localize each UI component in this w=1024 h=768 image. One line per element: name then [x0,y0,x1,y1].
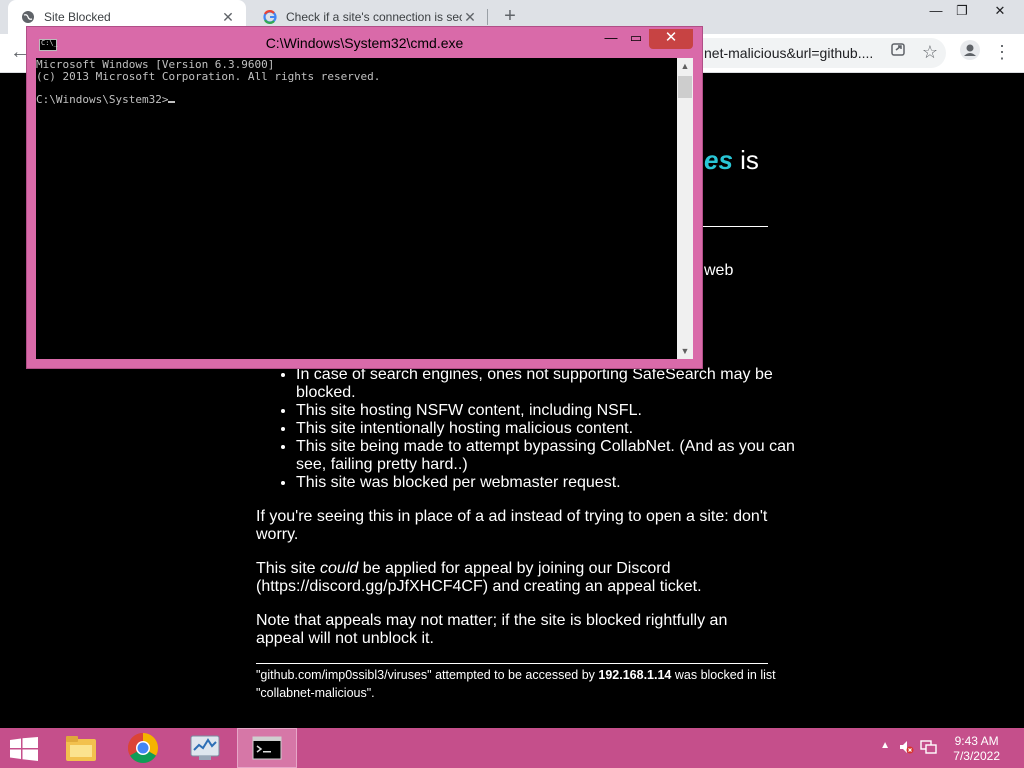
tab-title: Check if a site's connection is sec [286,10,462,24]
maximize-button[interactable]: ❐ [946,0,978,22]
appeal-text: This site [256,560,321,577]
tab-title: Site Blocked [44,10,111,24]
block-footer: "github.com/imp0ssibl3/viruses" attempte… [256,666,776,702]
profile-avatar-icon[interactable] [958,40,982,64]
network-icon[interactable] [920,739,938,758]
cmd-close-button[interactable]: ✕ [649,29,693,49]
clock-date: 7/3/2022 [953,749,1000,763]
heading-tail-text: is [732,145,759,175]
note-paragraph: Note that appeals may not matter; if the… [256,612,728,647]
cmd-icon [252,736,282,760]
globe-icon [20,9,36,25]
taskbar-file-explorer[interactable] [51,728,111,768]
file-explorer-icon [66,736,96,761]
client-ip: 192.168.1.14 [598,668,672,682]
taskbar-resource-monitor[interactable] [175,728,235,768]
page-heading: es is [704,145,759,176]
address-bar-url: net-malicious&url=github.... [704,45,874,61]
close-window-button[interactable]: ✕ [984,0,1016,22]
console-prompt: C:\Windows\System32> [36,92,169,106]
windows-logo-icon [10,737,38,761]
start-button[interactable] [10,737,38,761]
cmd-scrollbar[interactable]: ▲ ▼ [677,58,693,359]
appeal-emphasis: could [320,560,359,577]
resource-monitor-icon [190,735,220,760]
list-item: This site was blocked per webmaster requ… [296,474,816,492]
list-item: This site intentionally hosting maliciou… [296,420,816,438]
scrollbar-thumb[interactable] [678,76,692,98]
scroll-down-arrow-icon[interactable]: ▼ [677,343,693,359]
list-item: This site being made to attempt bypassin… [296,438,816,474]
cmd-minimize-button[interactable]: — [598,29,624,49]
clock[interactable]: 9:43 AM 7/3/2022 [953,734,1000,764]
list-item: This site hosting NSFW content, includin… [296,402,816,420]
footer-text: "github.com/imp0ssibl3/viruses" attempte… [256,668,599,682]
taskbar: ▲ 9:43 AM 7/3/2022 [0,728,1024,768]
heading-accent: es [704,145,733,175]
partial-text: web [704,262,734,279]
block-reasons-list: In case of search engines, ones not supp… [256,366,816,492]
clock-time: 9:43 AM [954,734,999,748]
taskbar-chrome[interactable] [113,728,173,768]
console-text: Microsoft Windows [Version 6.3.9600] (c)… [36,58,380,105]
list-item: In case of search engines, ones not supp… [296,366,816,402]
taskbar-cmd[interactable] [237,728,297,768]
cmd-titlebar[interactable]: C:\_ C:\Windows\System32\cmd.exe — ▭ ✕ [27,27,702,59]
footer-divider [256,663,768,664]
tab-divider [487,9,488,25]
share-icon[interactable] [886,41,910,65]
console-line: (c) 2013 Microsoft Corporation. All righ… [36,69,381,83]
close-tab-icon[interactable]: ✕ [220,9,236,26]
text-cursor [168,100,176,103]
cmd-window[interactable]: C:\_ C:\Windows\System32\cmd.exe — ▭ ✕ M… [26,26,703,369]
cmd-maximize-button[interactable]: ▭ [623,29,649,49]
ad-notice-paragraph: If you're seeing this in place of a ad i… [256,508,768,543]
console-output[interactable]: Microsoft Windows [Version 6.3.9600] (c)… [36,58,677,359]
scroll-up-arrow-icon[interactable]: ▲ [677,58,693,74]
chrome-icon [127,733,159,764]
google-icon [262,9,278,25]
volume-muted-icon[interactable] [898,739,914,758]
appeal-paragraph: This site could be applied for appeal by… [256,560,776,596]
chrome-menu-icon[interactable]: ⋮ [990,40,1014,64]
bookmark-star-icon[interactable]: ☆ [918,40,942,64]
close-tab-icon[interactable]: ✕ [462,9,478,26]
show-hidden-icons-icon[interactable]: ▲ [880,740,890,751]
